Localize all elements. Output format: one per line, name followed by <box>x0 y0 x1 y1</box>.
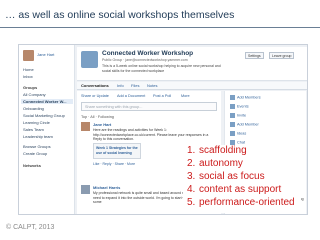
post-actions[interactable]: Like · Reply · Share · More <box>93 162 135 166</box>
copyright: © CALPT, 2013 <box>6 224 55 231</box>
group-social-marketing[interactable]: Social Marketing Group <box>23 113 65 118</box>
group-leadership-team[interactable]: Leadership team <box>23 134 53 139</box>
user-name: Jane Hart <box>37 52 55 57</box>
people-icon <box>230 95 235 100</box>
tab-files[interactable]: Files <box>131 83 139 88</box>
list-item: 1. scaffolding <box>187 145 247 156</box>
group-meta: Public Group · jane@connectedworkshop.ya… <box>102 58 188 62</box>
post-author[interactable]: Michael Harris <box>93 185 120 190</box>
group-learning-circle[interactable]: Learning Circle <box>23 120 50 125</box>
nav-inbox[interactable]: Inbox <box>23 74 33 79</box>
settings-button[interactable]: Settings <box>245 52 264 59</box>
avatar[interactable] <box>81 122 90 131</box>
post-poll-tool[interactable]: Post a Poll <box>153 94 171 98</box>
post-attachment[interactable]: Week 1 Strategies for the use of social … <box>93 143 141 159</box>
list-item: 3. social as focus <box>187 171 265 182</box>
tab-conversations[interactable]: Conversations <box>81 83 109 88</box>
list-item: 4. content as support <box>187 184 282 195</box>
groups-heading: Groups <box>23 85 38 90</box>
mail-icon <box>230 113 235 118</box>
add-members-link[interactable]: Add Members <box>230 95 261 100</box>
group-onboarding[interactable]: Onboarding <box>23 106 44 111</box>
slide-title: … as well as online social workshops the… <box>5 9 235 21</box>
networks-heading[interactable]: Networks <box>23 163 41 168</box>
list-item: 5. performance-oriented <box>187 197 295 208</box>
ideas-link[interactable]: Ideas <box>230 131 246 136</box>
group-description: This is a 5-week online social workshop … <box>102 64 221 73</box>
list-item: 2. autonomy <box>187 158 243 169</box>
left-sidebar: Jane Hart Home Inbox Groups All Company … <box>19 45 75 214</box>
create-group-link[interactable]: Create Group <box>23 151 47 156</box>
tab-notes[interactable]: Notes <box>147 83 157 88</box>
invite-link[interactable]: Invite <box>230 113 246 118</box>
group-connected-worker[interactable]: Connected Worker W... <box>21 99 73 104</box>
share-update-tool[interactable]: Share or Update <box>81 94 109 98</box>
plus-icon <box>230 122 235 127</box>
add-document-tool[interactable]: Add a Document <box>117 94 145 98</box>
leave-group-button[interactable]: Leave group <box>269 52 295 59</box>
avatar[interactable] <box>81 185 90 194</box>
composer-placeholder: Share something with this group... <box>85 105 143 109</box>
group-sales-team[interactable]: Sales Team <box>23 127 44 132</box>
post-composer[interactable]: Share something with this group... <box>81 102 217 111</box>
tab-info[interactable]: Info <box>117 83 124 88</box>
group-logo <box>81 51 98 68</box>
events-link[interactable]: Events <box>230 104 249 109</box>
avatar <box>23 50 34 61</box>
current-user[interactable]: Jane Hart <box>23 50 71 62</box>
group-header: Connected Worker Workshop Public Group ·… <box>77 47 307 81</box>
principles-overlay: 1. scaffolding 2. autonomy 3. social as foc… <box>183 145 301 213</box>
title-rule <box>0 27 320 28</box>
nav-home[interactable]: Home <box>23 67 34 72</box>
calendar-icon <box>230 104 235 109</box>
feed-filter[interactable]: Top · All · Following <box>81 115 114 119</box>
more-tool[interactable]: More <box>181 94 190 98</box>
lightbulb-icon <box>230 131 235 136</box>
post-text: Here are the readings and activities for… <box>93 128 209 141</box>
browse-groups-link[interactable]: Browse Groups <box>23 144 51 149</box>
post-author[interactable]: Jane Hart <box>93 122 111 127</box>
group-name: Connected Worker Workshop <box>102 50 194 57</box>
group-all-company[interactable]: All Company <box>23 92 46 97</box>
group-tabs: Conversations Info Files Notes <box>77 82 307 90</box>
attachment-title: Week 1 Strategies for the use of social … <box>96 146 138 155</box>
add-member-link[interactable]: Add Member <box>230 122 259 127</box>
